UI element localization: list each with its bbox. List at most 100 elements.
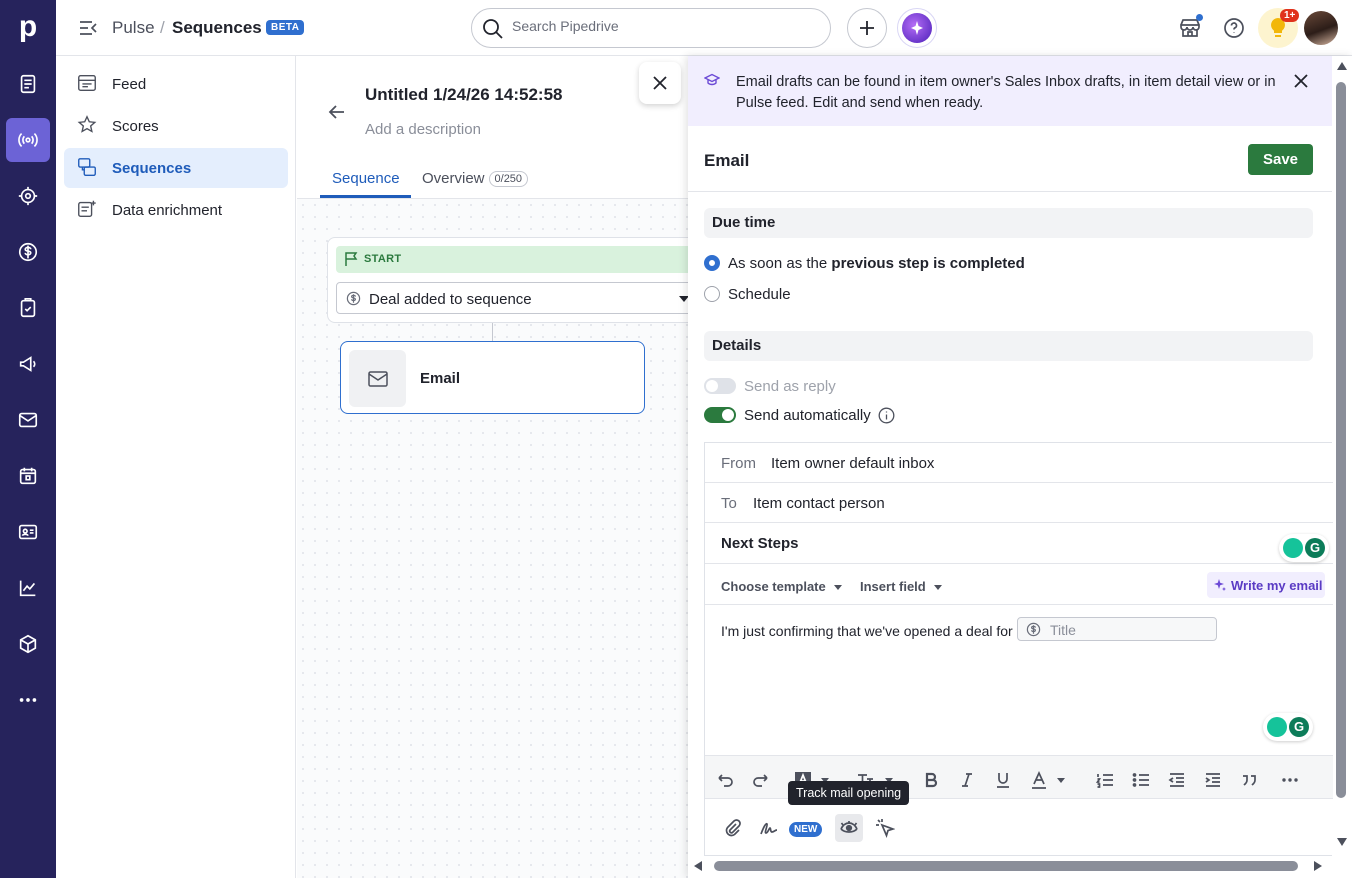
bold-icon[interactable]: [917, 766, 945, 794]
more-options-icon[interactable]: [1276, 766, 1304, 794]
subnav-item-data-enrichment[interactable]: Data enrichment: [64, 190, 288, 230]
marketplace-icon[interactable]: [1178, 14, 1203, 40]
breadcrumb-separator: /: [160, 18, 165, 37]
subnav-item-scores[interactable]: Scores: [64, 106, 288, 146]
sparkle-icon: [1214, 579, 1226, 591]
scroll-up-icon[interactable]: [1337, 62, 1347, 70]
info-banner: Email drafts can be found in item owner'…: [688, 56, 1332, 126]
vertical-scrollbar[interactable]: [1334, 58, 1348, 850]
back-arrow-icon[interactable]: [327, 102, 347, 122]
option-prefix: As soon as the: [728, 255, 832, 272]
title-field-chip[interactable]: Title: [1017, 617, 1217, 641]
deals-icon[interactable]: [6, 62, 50, 106]
deal-icon: [1026, 622, 1041, 637]
tips-button[interactable]: 1+: [1258, 8, 1300, 48]
track-clicks-icon[interactable]: [871, 814, 899, 842]
sparkle-icon: [902, 13, 932, 43]
trigger-select[interactable]: Deal added to sequence: [336, 282, 696, 314]
email-step-icon-box: [349, 350, 406, 407]
scroll-thumb[interactable]: [714, 861, 1298, 871]
tab-overview[interactable]: Overview 0/250: [422, 170, 529, 187]
scroll-right-icon[interactable]: [1314, 861, 1322, 871]
subnav-label: Feed: [112, 75, 147, 93]
subject-row[interactable]: Next Steps G: [705, 523, 1333, 564]
tab-overview-label: Overview: [422, 170, 485, 187]
outdent-icon[interactable]: [1163, 766, 1191, 794]
insert-field-dropdown[interactable]: Insert field: [860, 579, 942, 594]
bulleted-list-icon[interactable]: [1127, 766, 1155, 794]
breadcrumb-pulse[interactable]: Pulse: [112, 18, 155, 38]
send-automatically-toggle[interactable]: [704, 407, 736, 423]
scroll-thumb[interactable]: [1336, 82, 1346, 798]
subnav-item-feed[interactable]: Feed: [64, 64, 288, 104]
search-box[interactable]: [471, 8, 831, 48]
radio-schedule[interactable]: [704, 286, 720, 302]
pipedrive-logo[interactable]: p: [14, 10, 42, 44]
italic-icon[interactable]: [953, 766, 981, 794]
tab-sequence[interactable]: Sequence: [332, 170, 400, 187]
grammarly-widget[interactable]: G: [1263, 713, 1313, 741]
data-enrichment-icon: [76, 198, 100, 222]
money-icon[interactable]: [6, 230, 50, 274]
text-color-icon[interactable]: [1025, 766, 1053, 794]
pulse-icon[interactable]: [6, 118, 50, 162]
radio-schedule-label[interactable]: Schedule: [728, 286, 791, 303]
divider: [688, 191, 1332, 192]
undo-icon[interactable]: [711, 766, 739, 794]
collapse-menu-icon[interactable]: [78, 18, 98, 38]
leads-icon[interactable]: [6, 174, 50, 218]
scroll-left-icon[interactable]: [694, 861, 702, 871]
email-step-label: Email: [420, 370, 461, 387]
mail-icon[interactable]: [6, 398, 50, 442]
horizontal-scrollbar[interactable]: [688, 856, 1332, 876]
radio-previous-step-label[interactable]: As soon as the previous step is complete…: [728, 255, 1025, 272]
close-banner-icon[interactable]: [1294, 74, 1308, 88]
email-footer-toolbar: NEW: [705, 798, 1333, 856]
email-body[interactable]: I'm just confirming that we've opened a …: [705, 605, 1333, 755]
quote-icon[interactable]: [1235, 766, 1263, 794]
user-avatar[interactable]: [1304, 11, 1338, 45]
underline-icon[interactable]: [989, 766, 1017, 794]
search-input[interactable]: [512, 18, 812, 34]
numbered-list-icon[interactable]: [1091, 766, 1119, 794]
redo-icon[interactable]: [747, 766, 775, 794]
contacts-icon[interactable]: [6, 510, 50, 554]
send-as-reply-toggle[interactable]: [704, 378, 736, 394]
to-row[interactable]: To Item contact person: [705, 483, 1333, 523]
email-step-panel: Email drafts can be found in item owner'…: [688, 56, 1352, 878]
more-icon[interactable]: [6, 678, 50, 722]
chevron-down-icon: [833, 585, 842, 590]
chevron-down-icon[interactable]: [1053, 766, 1069, 794]
subnav-item-sequences[interactable]: Sequences: [64, 148, 288, 188]
sequence-title[interactable]: Untitled 1/24/26 14:52:58: [365, 85, 562, 105]
from-row[interactable]: From Item owner default inbox: [705, 443, 1333, 483]
insights-icon[interactable]: [6, 566, 50, 610]
info-icon[interactable]: [878, 407, 895, 424]
close-panel-button[interactable]: [639, 62, 681, 104]
top-bar: Pulse / Sequences BETA 1+: [56, 0, 1352, 56]
signature-icon[interactable]: [755, 814, 783, 842]
products-icon[interactable]: [6, 622, 50, 666]
ai-assistant-button[interactable]: [897, 8, 937, 48]
description-field[interactable]: Add a description: [365, 121, 481, 138]
activities-icon[interactable]: [6, 286, 50, 330]
trigger-value: Deal added to sequence: [369, 291, 532, 308]
write-my-email-button[interactable]: Write my email: [1207, 572, 1325, 598]
attachment-icon[interactable]: [719, 814, 747, 842]
campaigns-icon[interactable]: [6, 342, 50, 386]
choose-template-dropdown[interactable]: Choose template: [721, 579, 842, 594]
help-icon[interactable]: [1222, 16, 1246, 40]
from-value: Item owner default inbox: [771, 455, 935, 472]
calendar-icon[interactable]: [6, 454, 50, 498]
save-button[interactable]: Save: [1248, 144, 1313, 175]
indent-icon[interactable]: [1199, 766, 1227, 794]
left-rail: p: [0, 0, 56, 878]
scroll-down-icon[interactable]: [1337, 838, 1347, 846]
grammarly-widget[interactable]: G: [1279, 534, 1329, 562]
track-opening-icon[interactable]: [835, 814, 863, 842]
radio-previous-step[interactable]: [704, 255, 720, 271]
add-button[interactable]: [847, 8, 887, 48]
pulse-subnav: Feed Scores Sequences Data enrichment: [56, 56, 296, 878]
sequence-header: Untitled 1/24/26 14:52:58 Add a descript…: [297, 56, 688, 199]
email-step-node[interactable]: Email: [340, 341, 645, 414]
